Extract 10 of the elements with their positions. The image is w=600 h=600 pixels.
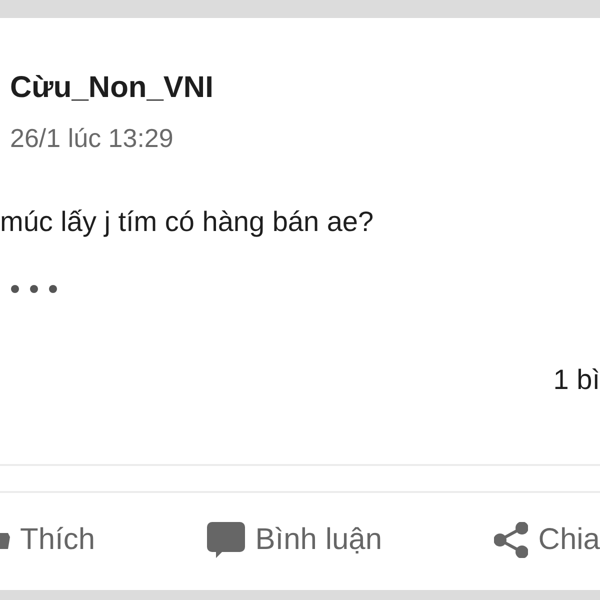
share-icon bbox=[494, 522, 528, 558]
like-button[interactable]: Thích bbox=[0, 523, 96, 557]
more-icon[interactable] bbox=[10, 283, 58, 295]
post-timestamp: 26/1 lúc 13:29 bbox=[10, 123, 174, 153]
post-text: múc lấy j tím có hàng bán ae? bbox=[0, 205, 375, 239]
comment-count[interactable]: 1 bì bbox=[553, 363, 600, 397]
author-name[interactable]: Cừu_Non_VNI bbox=[10, 70, 600, 106]
speech-bubble-icon bbox=[207, 522, 246, 558]
share-button[interactable]: Chia bbox=[494, 522, 600, 558]
comment-button[interactable]: Bình luận bbox=[207, 522, 382, 558]
